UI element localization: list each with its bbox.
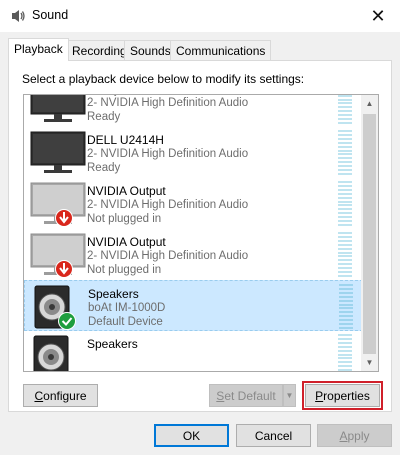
- monitor-icon: [30, 131, 88, 175]
- monitor-icon: [30, 233, 88, 278]
- scroll-up-icon[interactable]: ▲: [361, 95, 378, 112]
- device-name: NVIDIA Output: [87, 184, 166, 198]
- tab-label: Sounds: [130, 44, 171, 58]
- button-mnemonic: C: [34, 388, 44, 403]
- vertical-scrollbar[interactable]: ▲ ▼: [361, 95, 378, 371]
- button-mnemonic: P: [315, 388, 324, 403]
- set-default-button[interactable]: Set Default: [209, 384, 283, 407]
- device-name: BenQ EX2510S: [87, 95, 172, 96]
- close-button[interactable]: ✕: [356, 0, 400, 32]
- device-list[interactable]: BenQ EX2510S2- NVIDIA High Definition Au…: [23, 94, 379, 372]
- button-label: onfigure: [43, 388, 87, 403]
- device-item[interactable]: BenQ EX2510S2- NVIDIA High Definition Au…: [24, 95, 363, 127]
- tab-playback[interactable]: Playback: [8, 38, 69, 61]
- properties-button[interactable]: Properties: [302, 381, 383, 410]
- button-label: et Default: [224, 388, 276, 403]
- device-item[interactable]: DELL U2414H 2- NVIDIA High Definition Aud…: [24, 127, 363, 178]
- device-driver: 2- NVIDIA High Definition Audio: [87, 97, 249, 109]
- volume-level-meter: [338, 95, 352, 124]
- tab-communications[interactable]: Communications: [170, 40, 272, 60]
- set-default-dropdown-icon[interactable]: ▼: [283, 384, 296, 407]
- device-driver: 2- NVIDIA High Definition Audio: [87, 250, 249, 262]
- button-label: OK: [182, 428, 201, 443]
- tab-label: Recording: [72, 44, 127, 58]
- volume-level-meter: [338, 232, 352, 277]
- cancel-button[interactable]: Cancel: [236, 424, 311, 447]
- speaker-icon: [30, 335, 88, 371]
- device-item[interactable]: NVIDIA Output 2- NVIDIA High Definition A…: [24, 178, 363, 229]
- scroll-thumb[interactable]: [363, 114, 376, 354]
- device-name: NVIDIA Output: [87, 235, 166, 249]
- device-name: Speakers: [87, 337, 138, 351]
- volume-level-meter: [338, 334, 352, 371]
- apply-button[interactable]: Apply: [317, 424, 392, 447]
- monitor-icon: [30, 95, 88, 124]
- scroll-down-icon[interactable]: ▼: [361, 354, 378, 371]
- ok-button[interactable]: OK: [154, 424, 229, 447]
- tab-recording[interactable]: Recording: [66, 40, 133, 60]
- button-label: roperties: [323, 388, 370, 403]
- button-mnemonic: S: [216, 388, 225, 403]
- device-status: Not plugged in: [87, 213, 162, 225]
- device-item[interactable]: NVIDIA Output 2- NVIDIA High Definition A…: [24, 229, 363, 280]
- device-status: Ready: [87, 111, 121, 123]
- device-driver: boAt IM-1000D: [88, 302, 166, 314]
- tab-label: Communications: [176, 44, 266, 58]
- close-icon: ✕: [370, 5, 386, 26]
- device-list-content: BenQ EX2510S2- NVIDIA High Definition Au…: [24, 95, 363, 371]
- button-mnemonic: A: [339, 428, 348, 443]
- playback-panel: Select a playback device below to modify…: [8, 60, 392, 412]
- volume-level-meter: [338, 130, 352, 175]
- tab-label: Playback: [14, 42, 63, 56]
- device-status: Not plugged in: [87, 264, 162, 276]
- device-status: Ready: [87, 162, 121, 174]
- volume-level-meter: [339, 284, 353, 329]
- window-title: Sound: [32, 8, 69, 22]
- device-item[interactable]: Speakers: [24, 331, 363, 371]
- button-label: Cancel: [254, 428, 293, 443]
- device-driver: 2- NVIDIA High Definition Audio: [87, 148, 249, 160]
- device-item[interactable]: Speakers boAt IM-1000D Default Device: [24, 280, 363, 331]
- volume-level-meter: [338, 181, 352, 226]
- device-status: Default Device: [88, 316, 163, 328]
- speaker-icon: [31, 285, 89, 330]
- tab-sounds[interactable]: Sounds: [124, 40, 177, 60]
- button-label: pply: [347, 428, 370, 443]
- device-name: Speakers: [88, 287, 139, 301]
- instruction-text: Select a playback device below to modify…: [22, 72, 305, 86]
- configure-button[interactable]: Configure: [23, 384, 98, 407]
- device-driver: 2- NVIDIA High Definition Audio: [87, 199, 249, 211]
- speaker-icon: [12, 10, 25, 22]
- device-name: DELL U2414H: [87, 133, 164, 147]
- title-bar: Sound ✕: [0, 0, 400, 32]
- monitor-icon: [30, 182, 88, 227]
